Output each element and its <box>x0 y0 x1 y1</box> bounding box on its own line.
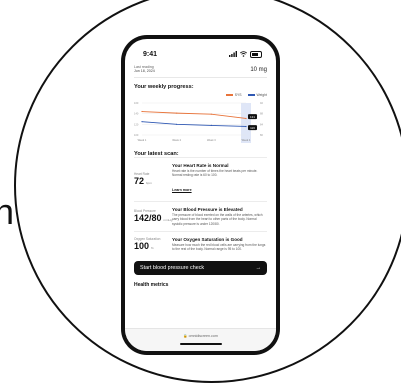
y-tick-left: 140 <box>134 112 139 116</box>
series-point-weight <box>141 121 143 123</box>
legend-sys: SYS <box>225 93 242 97</box>
browser-bar: 🔒 omnidiscreen.com <box>125 328 276 351</box>
phone-frame: 9:41 Last reading Jun 18, 2024 10 mg You… <box>121 35 280 355</box>
learn-more-link[interactable]: Learn more <box>172 188 192 192</box>
value-label: 116 <box>250 126 255 130</box>
app-content: Last reading Jun 18, 2024 10 mg Your wee… <box>125 61 276 288</box>
blood-pressure-desc: The pressure of blood exerted on the wal… <box>172 212 263 226</box>
series-point-weight <box>245 125 247 128</box>
arrow-right-icon: → <box>255 264 261 271</box>
cta-label: Start blood pressure check <box>140 264 205 271</box>
y-tick-right: 92 <box>260 101 263 105</box>
url-text: omnidiscreen.com <box>188 334 218 338</box>
series-point-sys <box>210 113 212 115</box>
heart-rate-title: Your Heart Rate is Normal <box>172 163 229 168</box>
status-bar: 9:41 <box>125 39 276 61</box>
series-point-sys <box>141 110 143 113</box>
x-tick-label: Week 4 <box>242 138 251 142</box>
oxygen-title: Your Oxygen Saturation is Good <box>172 237 243 243</box>
series-point-sys <box>176 112 178 114</box>
oxygen-value: 100% <box>134 241 154 252</box>
heart-rate-desc: Heart rate is the number of times the he… <box>172 169 258 178</box>
wifi-icon <box>240 51 247 57</box>
reading-dose: 10 mg <box>250 67 267 73</box>
legend-weight: Weight <box>247 93 267 97</box>
reading-date: Jun 18, 2024 <box>134 69 155 73</box>
start-bp-check-button[interactable]: Start blood pressure check → <box>134 260 267 275</box>
progress-chart: 160 92 140 88 120 84 100 80 Week 1 Week 2 Week 3 We… <box>134 99 267 145</box>
lock-icon: 🔒 <box>183 334 188 338</box>
y-tick-left: 160 <box>134 101 139 105</box>
series-point-weight <box>176 123 178 125</box>
chart-legend: SYS Weight <box>134 93 267 97</box>
oxygen-desc: Measure how much the red blood cells are… <box>172 243 266 252</box>
heart-rate-card[interactable]: Heart Rate 72 bpm Your Heart Rate is Norm… <box>134 157 267 201</box>
status-time: 9:41 <box>143 50 158 58</box>
background-text: n <box>0 191 15 232</box>
status-icons <box>229 50 262 58</box>
x-tick-label: Week 1 <box>138 138 147 142</box>
phone-screen: 9:41 Last reading Jun 18, 2024 10 mg You… <box>125 39 276 351</box>
signal-icon <box>229 51 237 57</box>
y-tick-right: 88 <box>260 112 263 116</box>
series-point-weight <box>210 124 212 126</box>
reading-row: Last reading Jun 18, 2024 10 mg <box>134 65 267 78</box>
y-tick-right: 84 <box>260 122 263 126</box>
progress-title: Your weekly progress: <box>134 84 194 90</box>
blood-pressure-title: Your Blood Pressure is Elevated <box>172 206 243 212</box>
series-point-sys <box>245 117 247 120</box>
heart-rate-value: 72 bpm <box>134 176 152 187</box>
value-label: 131 <box>250 115 255 119</box>
series-line-sys <box>141 111 247 119</box>
y-tick-left: 100 <box>134 133 139 137</box>
y-tick-right: 80 <box>260 133 263 137</box>
y-tick-left: 120 <box>134 122 139 126</box>
battery-icon <box>250 50 262 58</box>
oxygen-card[interactable]: Oxygen Saturation 100% Your Oxygen Satur… <box>134 231 267 257</box>
home-indicator[interactable] <box>179 343 222 345</box>
blood-pressure-card[interactable]: Blood Pressure 142/80 mmHg Your Blood Pre… <box>134 200 267 231</box>
x-tick-label: Week 3 <box>207 138 216 142</box>
health-metrics-title: Health metrics <box>134 281 169 288</box>
progress-chart-svg: 160 92 140 88 120 84 100 80 Week 1 Week 2 Week 3 We… <box>134 101 263 143</box>
blood-pressure-value: 142/80 mmHg <box>134 213 173 224</box>
series-line-weight <box>141 121 247 127</box>
url-display[interactable]: 🔒 omnidiscreen.com <box>125 334 276 338</box>
x-tick-label: Week 2 <box>172 138 181 142</box>
highlight-column <box>241 103 251 143</box>
